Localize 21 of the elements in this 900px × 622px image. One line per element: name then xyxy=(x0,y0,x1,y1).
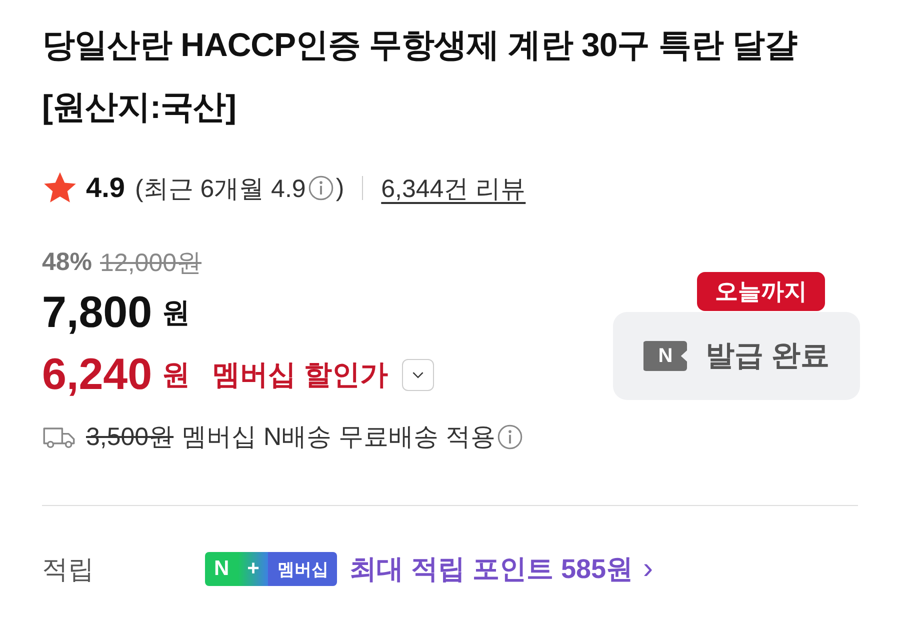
shipping-text: 멤버십 N배송 무료배송 적용 xyxy=(182,422,496,453)
coupon-logo: N xyxy=(643,341,688,371)
original-shipping-fee: 3,500원 xyxy=(86,422,174,453)
coupon-button[interactable]: N 발급 완료 xyxy=(613,312,860,400)
info-icon[interactable] xyxy=(308,175,334,201)
points-label: 적립 xyxy=(42,552,95,586)
points-link[interactable]: 최대 적립 포인트 585원 › xyxy=(349,551,653,587)
original-price: 12,000원 xyxy=(100,248,202,278)
member-price: 6,240 xyxy=(42,350,152,400)
product-title: 당일산란 HACCP인증 무항생제 계란 30구 특란 달걀 [원산지:국산] xyxy=(42,25,798,127)
closing-paren: ) xyxy=(336,174,344,202)
member-price-label: 멤버십 할인가 xyxy=(212,358,388,392)
deadline-badge: 오늘까지 xyxy=(697,272,825,311)
reviews-link[interactable]: 6,344건 리뷰 xyxy=(381,172,526,204)
sale-price: 7,800 xyxy=(42,288,152,338)
price-unit: 원 xyxy=(162,296,190,330)
rating-score: 4.9 xyxy=(86,172,125,204)
discount-rate: 48% xyxy=(42,248,92,276)
price-unit: 원 xyxy=(162,358,190,392)
recent-rating: (최근 6개월 4.9 xyxy=(134,174,306,204)
info-icon[interactable] xyxy=(497,424,524,450)
